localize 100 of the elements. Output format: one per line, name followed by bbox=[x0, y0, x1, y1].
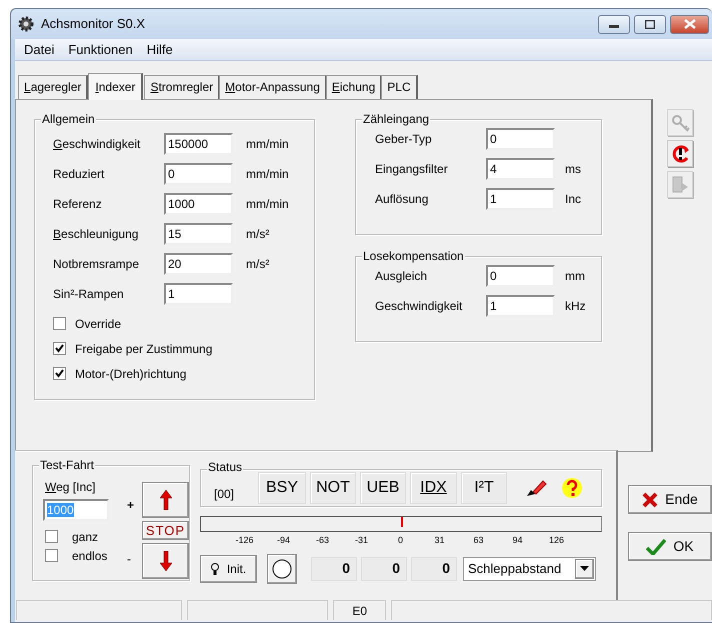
gear-icon bbox=[17, 15, 35, 33]
circle-icon bbox=[272, 558, 292, 578]
input-field[interactable]: 1 bbox=[486, 188, 555, 210]
scale-tick-label: 126 bbox=[548, 534, 566, 547]
field-label: Geschwindigkeit bbox=[53, 136, 142, 153]
scale-tick-label: -126 bbox=[234, 534, 254, 547]
menu-item[interactable]: Funktionen bbox=[61, 40, 140, 60]
field-label: Beschleunigung bbox=[53, 226, 140, 243]
checkbox[interactable] bbox=[53, 342, 66, 355]
window-title: Achsmonitor S0.X bbox=[41, 15, 146, 34]
export-icon bbox=[670, 175, 690, 194]
group-title: Test-Fahrt bbox=[39, 458, 96, 472]
status-flag: UEB bbox=[360, 472, 406, 504]
unit-label: ms bbox=[565, 161, 581, 178]
status-flag: NOT bbox=[310, 472, 356, 504]
tab[interactable]: Stromregler bbox=[144, 75, 220, 99]
status-panel: E0 bbox=[333, 600, 386, 620]
init-button[interactable]: Init. bbox=[200, 554, 257, 582]
input-field[interactable]: 150000 bbox=[164, 133, 233, 155]
input-field[interactable]: 20 bbox=[164, 253, 233, 275]
status-flag: I²T bbox=[461, 472, 508, 504]
alert-refresh-icon bbox=[670, 144, 690, 163]
scale-tick-label: 94 bbox=[511, 534, 524, 547]
unit-label: m/s² bbox=[246, 226, 270, 243]
unit-label: mm/min bbox=[246, 196, 289, 213]
checkmark-icon bbox=[646, 538, 666, 554]
checkbox-label: Override bbox=[75, 316, 122, 332]
unit-label: m/s² bbox=[246, 256, 270, 273]
field-label: Sin²-Rampen bbox=[53, 286, 125, 303]
brush-icon bbox=[525, 478, 548, 498]
group-title: Allgemein bbox=[41, 112, 96, 126]
field-label: Reduziert bbox=[53, 166, 106, 183]
scale-tick-label: 63 bbox=[472, 534, 484, 547]
scale-tick-label: -94 bbox=[276, 534, 291, 547]
field-label: Eingangsfilter bbox=[375, 161, 449, 178]
close-icon bbox=[684, 19, 696, 29]
checkbox-label: endlos bbox=[72, 548, 108, 564]
checkbox[interactable] bbox=[45, 549, 58, 562]
scale-tick-label: -63 bbox=[314, 534, 330, 547]
field-label: Notbremsrampe bbox=[53, 256, 140, 273]
field-label: Weg [Inc] bbox=[45, 479, 96, 496]
input-field[interactable]: 1000 bbox=[164, 193, 233, 215]
scale-tick-label: -31 bbox=[354, 534, 369, 547]
checkbox-label: ganz bbox=[72, 528, 98, 546]
dropdown-arrow-icon bbox=[580, 566, 589, 571]
close-button[interactable] bbox=[670, 14, 709, 34]
down-button[interactable] bbox=[142, 543, 189, 579]
tab[interactable]: Motor-Anpassung bbox=[219, 75, 327, 99]
scale-tick-label: 31 bbox=[433, 534, 446, 547]
input-field[interactable]: 0 bbox=[486, 128, 555, 150]
field-label: Ausgleich bbox=[375, 268, 428, 285]
toolbar-button[interactable] bbox=[667, 140, 693, 167]
maximize-icon bbox=[645, 20, 655, 28]
stop-button[interactable]: STOP bbox=[142, 521, 189, 540]
status-flag: IDX bbox=[410, 472, 458, 504]
input-field[interactable]: 15 bbox=[164, 223, 233, 245]
dropdown-field[interactable]: Schleppabstand bbox=[463, 556, 596, 580]
input-field[interactable]: 1 bbox=[164, 283, 233, 305]
maximize-button[interactable] bbox=[634, 14, 666, 34]
input-field[interactable]: 0 bbox=[486, 265, 555, 287]
input-field[interactable]: 0 bbox=[164, 163, 233, 185]
group-title: Zähleingang bbox=[362, 112, 430, 126]
status-flag: BSY bbox=[258, 472, 306, 504]
down-arrow-icon bbox=[160, 551, 172, 571]
readout-field: 0 bbox=[311, 556, 357, 580]
minimize-button[interactable] bbox=[598, 14, 630, 34]
help-icon bbox=[561, 477, 584, 499]
menu-item[interactable]: Datei bbox=[17, 40, 62, 60]
tab[interactable]: PLC bbox=[381, 75, 418, 99]
key-icon bbox=[670, 113, 690, 132]
up-button[interactable] bbox=[142, 482, 189, 518]
minus-sign: - bbox=[126, 551, 132, 568]
end-button[interactable]: Ende bbox=[628, 485, 712, 514]
unit-label: mm bbox=[565, 268, 585, 285]
checkbox[interactable] bbox=[53, 317, 66, 330]
ok-button[interactable]: OK bbox=[628, 532, 712, 561]
checkbox[interactable] bbox=[45, 530, 58, 543]
menu-item[interactable]: Hilfe bbox=[140, 40, 180, 60]
readout-field: 0 bbox=[411, 556, 457, 580]
bulb-icon bbox=[210, 562, 219, 576]
group-title: Status bbox=[207, 460, 244, 474]
field-label: Geber-Typ bbox=[375, 131, 433, 148]
checkbox-label: Freigabe per Zustimmung bbox=[75, 340, 212, 358]
checkbox[interactable] bbox=[53, 367, 66, 380]
tab[interactable]: Lageregler bbox=[18, 75, 88, 99]
input-field[interactable]: 4 bbox=[486, 158, 555, 180]
unit-label: kHz bbox=[565, 298, 586, 315]
field-label: Auflösung bbox=[375, 191, 430, 208]
unit-label: mm/min bbox=[246, 136, 289, 153]
scale-tick-label: 0 bbox=[396, 534, 404, 547]
group-title: Losekompensation bbox=[362, 249, 465, 263]
readout-field: 0 bbox=[361, 556, 407, 580]
field-label: Geschwindigkeit bbox=[375, 298, 464, 315]
input-field[interactable]: 1 bbox=[486, 295, 555, 317]
unit-label: Inc bbox=[565, 191, 582, 208]
plus-sign: + bbox=[126, 497, 134, 514]
status-code: [00] bbox=[214, 486, 234, 503]
tab[interactable]: Eichung bbox=[326, 75, 382, 99]
indicator-button[interactable] bbox=[267, 554, 297, 584]
tab[interactable]: Indexer bbox=[88, 73, 144, 100]
